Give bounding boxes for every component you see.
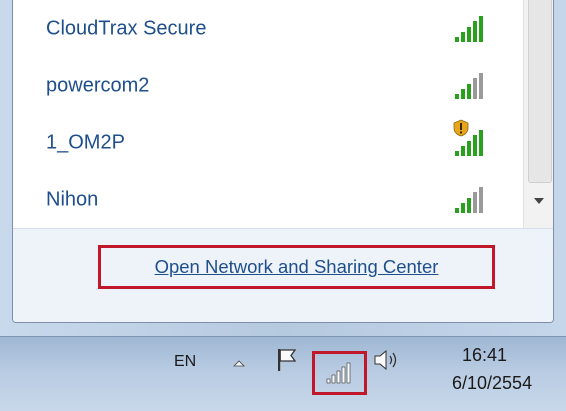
clock-time[interactable]: 16:41 bbox=[462, 345, 507, 366]
network-item-1-om2p[interactable]: 1_OM2P bbox=[13, 114, 523, 171]
network-tray-icon bbox=[326, 362, 350, 384]
wifi-signal-icon bbox=[455, 72, 483, 99]
popup-footer: Open Network and Sharing Center bbox=[13, 228, 553, 322]
scroll-down-arrow-icon[interactable] bbox=[534, 198, 544, 204]
wifi-signal-icon bbox=[455, 186, 483, 213]
network-item-powercom2[interactable]: powercom2 bbox=[13, 57, 523, 114]
wifi-signal-icon bbox=[455, 129, 483, 156]
language-indicator[interactable]: EN bbox=[174, 353, 196, 371]
network-tray-button[interactable] bbox=[312, 351, 367, 395]
taskbar: EN 16:41 6/10/2554 bbox=[0, 336, 566, 411]
action-center-flag-icon[interactable] bbox=[276, 347, 298, 373]
network-name: powercom2 bbox=[46, 74, 150, 96]
scrollbar-thumb[interactable] bbox=[528, 0, 552, 183]
network-list-scrollbar[interactable] bbox=[523, 0, 553, 228]
clock-date[interactable]: 6/10/2554 bbox=[452, 373, 532, 394]
wifi-signal-icon bbox=[455, 15, 483, 42]
show-hidden-icons-icon[interactable] bbox=[231, 357, 247, 369]
network-item-nihon[interactable]: Nihon bbox=[13, 171, 523, 228]
volume-icon[interactable] bbox=[372, 347, 404, 373]
network-name: 1_OM2P bbox=[46, 131, 125, 153]
wireless-networks-popup: CloudTrax Secure powercom2 1_OM2P Nihon … bbox=[12, 0, 554, 323]
network-list: CloudTrax Secure powercom2 1_OM2P Nihon bbox=[13, 0, 523, 228]
network-name: CloudTrax Secure bbox=[46, 17, 207, 39]
network-item-cloudtrax-secure[interactable]: CloudTrax Secure bbox=[13, 0, 523, 57]
network-name: Nihon bbox=[46, 188, 99, 210]
open-network-sharing-center-link[interactable]: Open Network and Sharing Center bbox=[98, 245, 495, 289]
